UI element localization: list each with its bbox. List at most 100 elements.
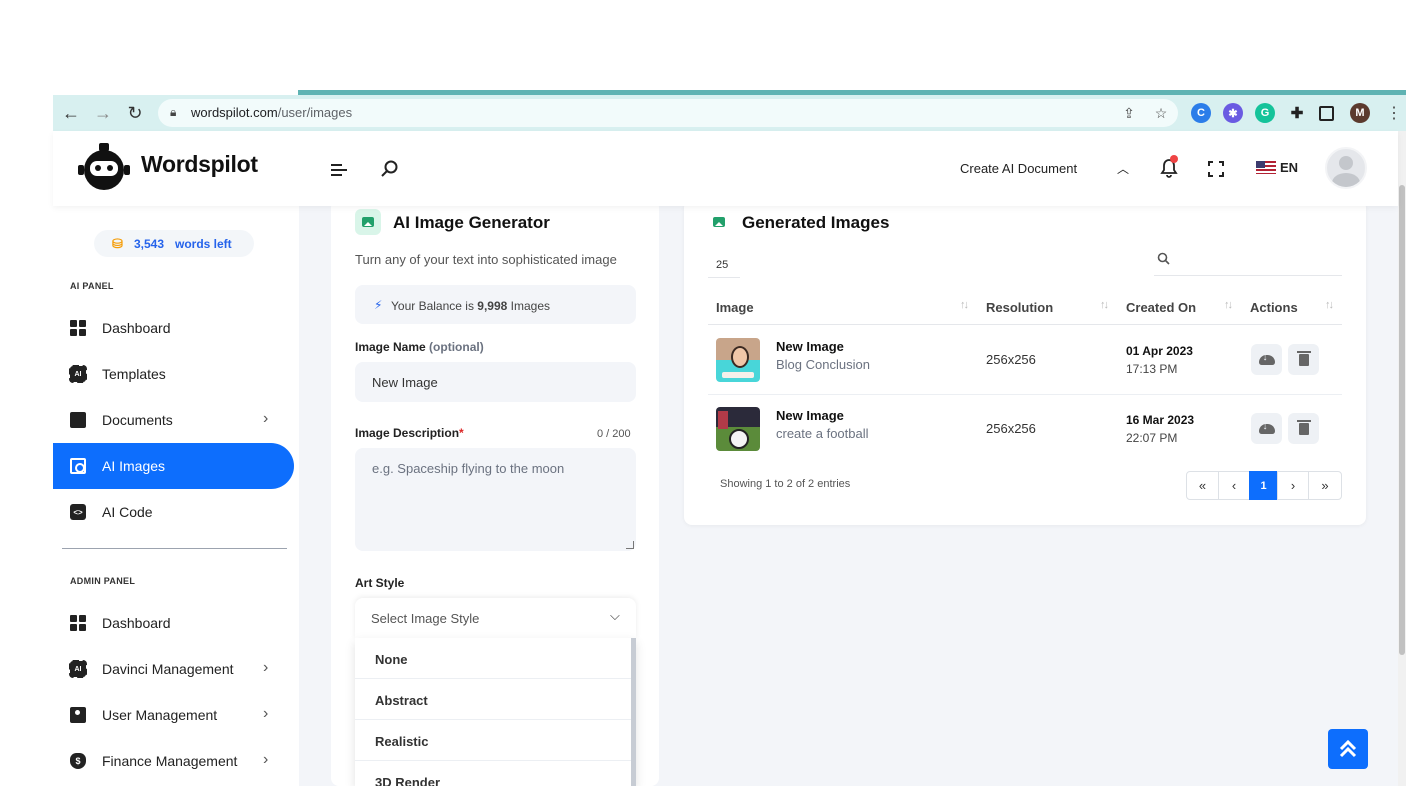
art-style-option-3d-render[interactable]: 3D Render (355, 761, 631, 786)
us-flag-icon[interactable] (1256, 161, 1276, 174)
row-divider (708, 394, 1342, 395)
sidebar-item-label: Davinci Management (102, 661, 234, 677)
row-time: 17:13 PM (1126, 362, 1178, 376)
sidebar-item-ai-images[interactable]: AI Images (53, 443, 294, 489)
double-chevron-up-icon (1339, 739, 1357, 758)
image-icon (355, 209, 381, 235)
profile-avatar[interactable]: M (1350, 103, 1370, 123)
grammarly-icon[interactable]: G (1255, 103, 1275, 123)
create-ai-document-link[interactable]: Create AI Document (960, 161, 1077, 176)
sidebar-item-dashboard[interactable]: Dashboard (53, 305, 294, 351)
words-left-badge: ⛁ 3,543 words left (94, 230, 254, 257)
back-arrow-icon[interactable]: ← (60, 102, 82, 124)
image-name-input[interactable]: New Image (355, 362, 636, 402)
sidebar-item-admin-dashboard[interactable]: Dashboard (53, 600, 294, 646)
admin-panel-heading: ADMIN PANEL (70, 576, 136, 586)
image-description-textarea[interactable]: e.g. Spaceship flying to the moon (355, 448, 636, 551)
resize-handle-icon[interactable] (626, 541, 634, 549)
art-style-option-realistic[interactable]: Realistic (355, 720, 631, 761)
extension-gear-icon[interactable]: ✱ (1223, 103, 1243, 123)
delete-button[interactable] (1288, 344, 1319, 375)
download-button[interactable] (1251, 344, 1282, 375)
lock-icon: 🔒︎ (170, 105, 177, 119)
table-header-divider (708, 324, 1342, 325)
trash-icon (1296, 419, 1311, 435)
hamburger-menu-icon[interactable] (329, 160, 349, 180)
menu-kebab-icon[interactable]: ⋮ (1385, 104, 1403, 122)
reload-icon[interactable]: ↻ (124, 102, 146, 124)
user-avatar[interactable] (1325, 147, 1367, 189)
pagination-page-1[interactable]: 1 (1249, 471, 1278, 500)
delete-button[interactable] (1288, 413, 1319, 444)
folder-icon (70, 412, 86, 428)
words-label: words left (175, 237, 232, 251)
row-title: New Image (776, 339, 844, 354)
search-icon (1157, 252, 1170, 268)
sort-icon[interactable]: ↑↓ (1224, 299, 1233, 311)
image-thumbnail[interactable] (716, 338, 760, 382)
pagination-next[interactable]: › (1277, 471, 1309, 500)
forward-arrow-icon[interactable]: → (92, 102, 114, 124)
image-thumbnail[interactable] (716, 407, 760, 451)
pagination-last[interactable]: » (1308, 471, 1342, 500)
balance-box: ⚡︎ Your Balance is 9,998 Images (355, 285, 636, 324)
dropdown-scrollbar[interactable] (631, 638, 636, 786)
coins-icon: ⛁ (112, 236, 123, 251)
extension-c-icon[interactable]: C (1191, 103, 1211, 123)
sidebar-item-finance-management[interactable]: $ Finance Management › (53, 738, 294, 784)
page-length-select[interactable]: 25 (708, 252, 740, 278)
chip-icon: AI (69, 365, 87, 383)
cloud-download-icon (1258, 421, 1275, 434)
cloud-download-icon (1258, 352, 1275, 365)
side-panel-icon[interactable] (1319, 106, 1334, 121)
sort-icon[interactable]: ↑↓ (960, 299, 969, 311)
column-header-created-on[interactable]: Created On (1126, 300, 1196, 315)
column-header-actions[interactable]: Actions (1250, 300, 1298, 315)
balance-text: Your Balance is 9,998 Images (391, 299, 551, 313)
table-info: Showing 1 to 2 of 2 entries (720, 478, 851, 490)
search-icon[interactable] (380, 159, 400, 179)
art-style-option-abstract[interactable]: Abstract (355, 679, 631, 720)
address-bar[interactable]: 🔒︎ wordspilot.com/user/images (158, 99, 1178, 127)
sidebar-item-label: AI Code (102, 504, 153, 520)
chevron-right-icon: › (263, 410, 269, 427)
share-icon[interactable]: ⇪ (1120, 104, 1138, 122)
code-icon: <> (70, 504, 86, 520)
sidebar-item-davinci-management[interactable]: AI Davinci Management › (53, 646, 294, 692)
page-scrollbar[interactable] (1398, 131, 1406, 786)
art-style-label: Art Style (355, 576, 405, 590)
sidebar-item-documents[interactable]: Documents › (53, 397, 294, 443)
star-icon[interactable]: ☆ (1152, 104, 1170, 122)
sidebar-item-label: User Management (102, 707, 218, 723)
chevron-up-icon[interactable]: ︿ (1117, 160, 1129, 177)
chevron-right-icon: › (263, 751, 269, 768)
art-style-dropdown: None Abstract Realistic 3D Render (355, 638, 636, 786)
sidebar-divider (62, 548, 287, 549)
brand-name: Wordspilot (141, 151, 258, 177)
art-style-select[interactable]: Select Image Style ⌵ (355, 598, 636, 638)
sidebar-item-label: Dashboard (102, 320, 171, 336)
dashboard-icon (70, 615, 86, 631)
sidebar-item-ai-code[interactable]: <> AI Code (53, 489, 294, 535)
download-button[interactable] (1251, 413, 1282, 444)
sidebar-item-user-management[interactable]: User Management › (53, 692, 294, 738)
sort-icon[interactable]: ↑↓ (1325, 299, 1334, 311)
pagination-first[interactable]: « (1186, 471, 1219, 500)
sidebar-item-templates[interactable]: AI Templates (53, 351, 294, 397)
column-header-resolution[interactable]: Resolution (986, 300, 1053, 315)
extensions-puzzle-icon[interactable]: ✚ (1287, 103, 1307, 123)
table-search-input[interactable] (1154, 248, 1342, 276)
pagination-prev[interactable]: ‹ (1218, 471, 1250, 500)
scroll-to-top-button[interactable] (1328, 729, 1368, 769)
notification-dot (1170, 155, 1178, 163)
fullscreen-icon[interactable] (1206, 159, 1226, 179)
dashboard-icon (70, 320, 86, 336)
wordspilot-logo-icon (78, 143, 130, 190)
language-selector[interactable]: EN (1280, 160, 1298, 175)
art-style-placeholder: Select Image Style (371, 611, 480, 626)
sort-icon[interactable]: ↑↓ (1100, 299, 1109, 311)
art-style-option-none[interactable]: None (355, 638, 631, 679)
scrollbar-thumb[interactable] (1399, 185, 1405, 655)
notification-bell-icon[interactable] (1159, 155, 1179, 178)
column-header-image[interactable]: Image (716, 300, 754, 315)
